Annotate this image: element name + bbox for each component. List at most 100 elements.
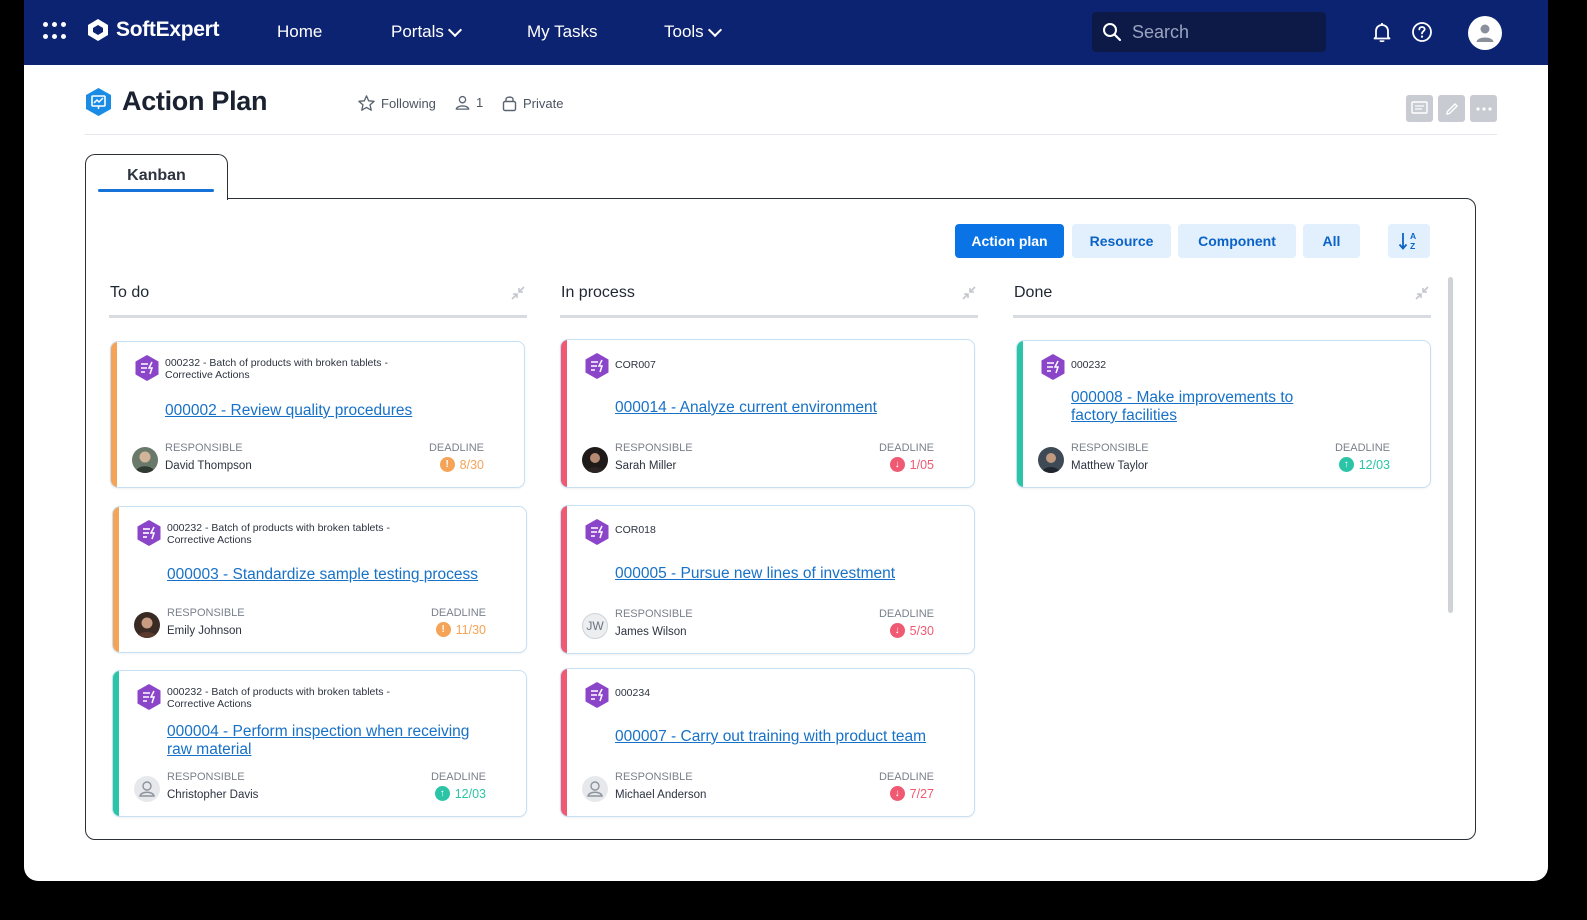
nav-home[interactable]: Home: [277, 22, 322, 42]
column-header-inprocess: In process: [560, 282, 978, 318]
card-title-link[interactable]: 000014 - Analyze current environment: [615, 399, 935, 417]
card-title-link[interactable]: 000007 - Carry out training with product…: [615, 728, 935, 746]
user-placeholder-icon: [587, 781, 603, 797]
deadline: ↓ 7/27: [889, 786, 934, 801]
filter-resource-label: Resource: [1089, 233, 1154, 249]
card-reference: 000232 - Batch of products with broken t…: [167, 686, 390, 710]
svg-text:A: A: [1410, 231, 1416, 241]
filter-resource-button[interactable]: Resource: [1072, 224, 1171, 258]
arrow-up-icon: ↑: [434, 786, 450, 801]
card-title-link[interactable]: 000008 - Make improvements to factory fa…: [1071, 389, 1331, 425]
status-stripe: [561, 669, 567, 816]
deadline: ↓ 5/30: [889, 623, 934, 638]
kanban-card[interactable]: 000232 - Batch of products with broken t…: [110, 341, 525, 488]
deadline-value: 12/03: [1358, 457, 1390, 472]
kanban-card[interactable]: 000234 000007 - Carry out training with …: [560, 668, 975, 817]
kanban-card[interactable]: 000232 000008 - Make improvements to fac…: [1016, 340, 1431, 488]
kanban-card[interactable]: COR018 000005 - Pursue new lines of inve…: [560, 505, 975, 654]
responsible-avatar: [582, 776, 608, 802]
responsible-name: Sarah Miller: [615, 460, 677, 472]
search-box[interactable]: [1092, 12, 1326, 52]
card-title-link[interactable]: 000005 - Pursue new lines of investment: [615, 565, 935, 583]
comment-icon: [1411, 101, 1428, 114]
action-plan-icon: [86, 88, 111, 116]
action-type-icon: [1041, 354, 1065, 380]
filter-action-plan-label: Action plan: [971, 233, 1048, 249]
card-reference: COR018: [615, 524, 656, 536]
deadline: ↓ 1/05: [889, 457, 934, 472]
responsible-avatar: [132, 447, 158, 473]
status-stripe: [1017, 341, 1023, 487]
person-photo-icon: [132, 447, 158, 473]
filter-action-plan-button[interactable]: Action plan: [955, 224, 1064, 258]
app-launcher-icon[interactable]: [43, 22, 67, 42]
nav-my-tasks[interactable]: My Tasks: [527, 22, 598, 42]
responsible-name: David Thompson: [165, 460, 252, 472]
arrow-down-icon: ↓: [889, 623, 905, 638]
privacy-setting[interactable]: Private: [501, 94, 563, 112]
more-options-button[interactable]: [1470, 95, 1497, 122]
card-title-link[interactable]: 000003 - Standardize sample testing proc…: [167, 566, 487, 584]
action-type-icon: [137, 684, 161, 710]
responsible-name: Emily Johnson: [167, 625, 242, 637]
warning-icon: !: [439, 457, 455, 472]
action-type-icon: [585, 519, 609, 545]
card-reference: 000232 - Batch of products with broken t…: [165, 357, 388, 381]
comments-button[interactable]: [1406, 95, 1433, 122]
action-type-icon: [585, 353, 609, 379]
filter-component-button[interactable]: Component: [1178, 224, 1296, 258]
card-reference: COR007: [615, 359, 656, 371]
kanban-card[interactable]: 000232 - Batch of products with broken t…: [112, 670, 527, 817]
user-icon: [1476, 24, 1494, 42]
tab-kanban[interactable]: Kanban: [85, 154, 228, 200]
user-avatar[interactable]: [1468, 16, 1502, 50]
lock-icon: [502, 96, 517, 112]
responsible-label: RESPONSIBLE: [167, 771, 245, 783]
bell-icon[interactable]: [1370, 20, 1394, 44]
column-title: To do: [110, 284, 150, 301]
card-title-link[interactable]: 000004 - Perform inspection when receivi…: [167, 723, 487, 759]
deadline: ↑ 12/03: [434, 786, 486, 801]
collapse-column-icon[interactable]: [960, 284, 978, 302]
person-photo-icon: [1038, 447, 1064, 473]
status-stripe: [561, 340, 567, 487]
brand-name: SoftExpert: [116, 18, 220, 41]
status-stripe: [113, 507, 119, 652]
nav-portals[interactable]: Portals: [391, 22, 462, 42]
sort-button[interactable]: A Z: [1388, 224, 1430, 258]
deadline-label: DEADLINE: [428, 442, 484, 454]
search-input[interactable]: [1130, 20, 1314, 44]
action-type-icon: [585, 682, 609, 708]
chevron-down-icon: [447, 22, 462, 37]
card-reference: 000232: [1071, 359, 1107, 371]
nav-home-label: Home: [277, 22, 323, 41]
responsible-avatar: [1038, 447, 1064, 473]
filter-all-button[interactable]: All: [1303, 224, 1360, 258]
action-type-icon: [135, 355, 159, 381]
brand-logo[interactable]: SoftExpert: [86, 18, 219, 42]
card-title-link[interactable]: 000002 - Review quality procedures: [165, 402, 485, 420]
more-horizontal-icon: [1475, 106, 1492, 111]
responsible-avatar: [582, 447, 608, 473]
follow-toggle[interactable]: Following: [357, 94, 436, 113]
kanban-card[interactable]: COR007 000014 - Analyze current environm…: [560, 339, 975, 488]
nav-tools-label: Tools: [664, 22, 704, 41]
help-icon[interactable]: [1410, 20, 1434, 44]
members-count[interactable]: 1: [454, 94, 483, 111]
responsible-name: James Wilson: [615, 626, 687, 638]
collapse-column-icon[interactable]: [1413, 284, 1431, 302]
kanban-card[interactable]: 000232 - Batch of products with broken t…: [112, 506, 527, 653]
edit-button[interactable]: [1438, 95, 1465, 122]
collapse-column-icon[interactable]: [509, 284, 527, 302]
nav-portals-label: Portals: [391, 22, 444, 41]
deadline-value: 7/27: [909, 786, 934, 801]
privacy-label: Private: [523, 95, 564, 111]
nav-tools[interactable]: Tools: [664, 22, 722, 42]
responsible-label: RESPONSIBLE: [165, 442, 243, 454]
board-scrollbar[interactable]: [1448, 277, 1453, 613]
status-stripe: [111, 342, 117, 487]
page-header: Action Plan Following 1 Private: [85, 78, 1497, 135]
responsible-label: RESPONSIBLE: [615, 608, 693, 620]
deadline-label: DEADLINE: [878, 608, 934, 620]
person-icon: [455, 95, 470, 110]
